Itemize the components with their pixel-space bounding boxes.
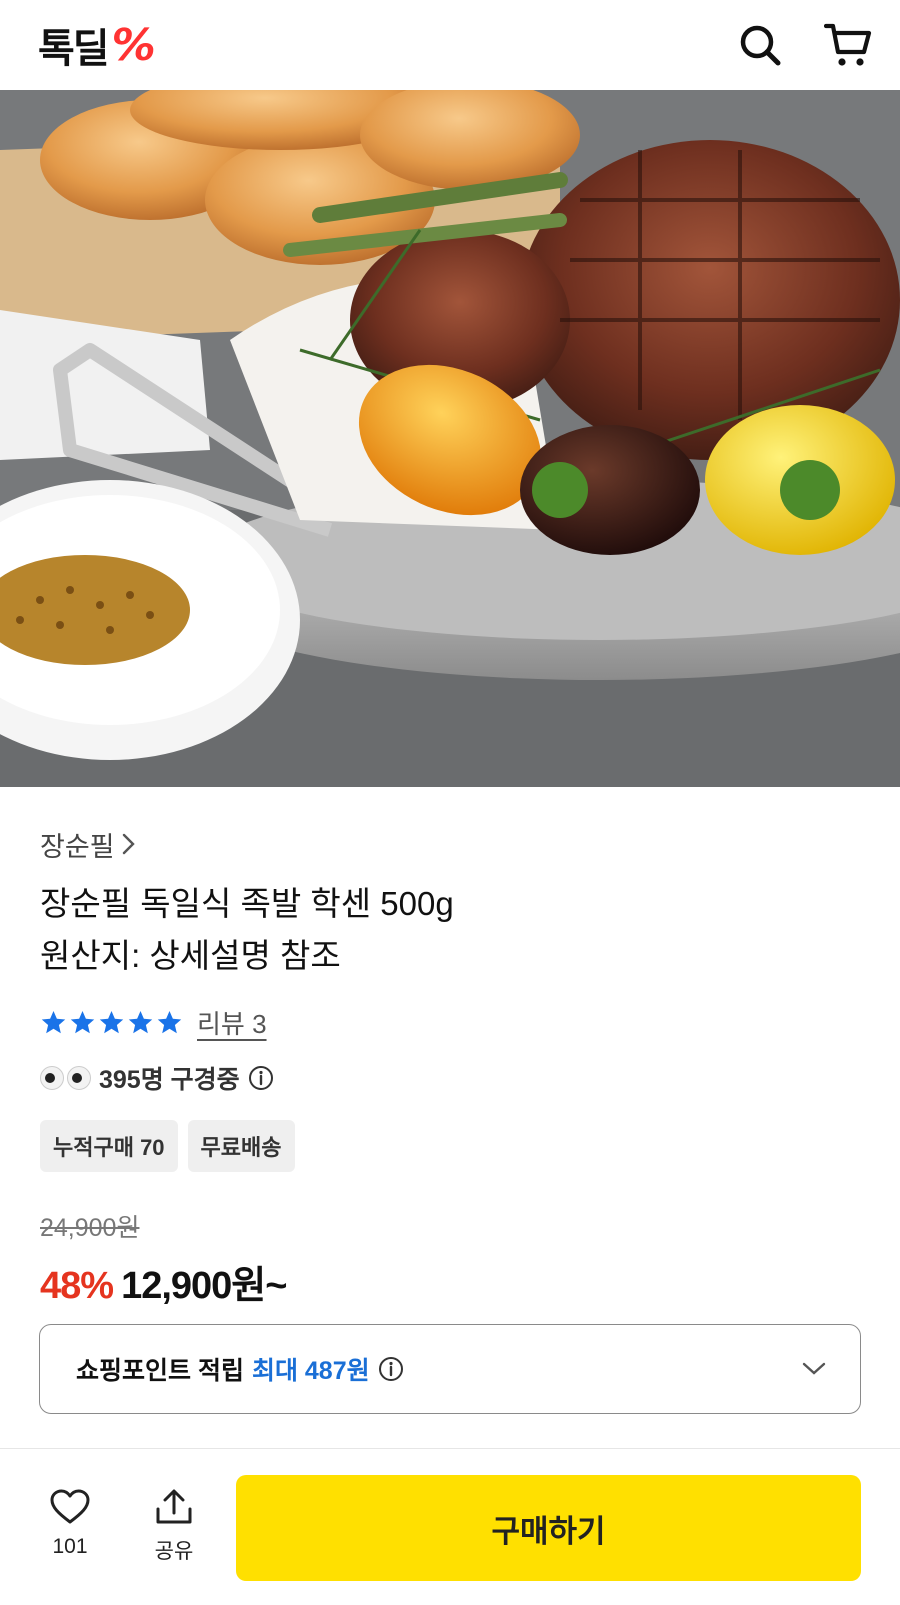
app-header: 톡딜 % — [0, 0, 900, 90]
badge-list: 누적구매 70 무료배송 — [40, 1120, 860, 1172]
badge-free-shipping: 무료배송 — [187, 1120, 295, 1172]
logo-mark: % — [111, 19, 156, 71]
eyes-icon — [40, 1066, 91, 1090]
logo-text: 톡딜 — [38, 26, 110, 72]
review-link[interactable]: 리뷰 3 — [197, 1004, 267, 1041]
brand-link[interactable]: 장순필 — [40, 826, 860, 862]
share-button[interactable]: 공유 — [134, 1489, 214, 1565]
badge-purchase-count: 누적구매 70 — [40, 1120, 178, 1172]
bottom-action-bar: 101 공유 구매하기 — [0, 1448, 900, 1605]
rating-row: 리뷰 3 — [40, 1004, 860, 1040]
star-icon — [70, 1010, 95, 1033]
share-icon — [156, 1489, 192, 1524]
discount-rate: 48% — [40, 1265, 114, 1307]
product-title: 장순필 독일식 족발 학센 500g 원산지: 상세설명 참조 — [40, 878, 860, 982]
points-label: 쇼핑포인트 적립 — [76, 1357, 244, 1385]
sale-price: 12,900원~ — [121, 1265, 287, 1307]
share-label: 공유 — [154, 1540, 194, 1563]
star-rating — [40, 1009, 183, 1036]
product-title-line1: 장순필 독일식 족발 학센 500g — [40, 885, 454, 922]
shopping-points-dropdown[interactable]: 쇼핑포인트 적립 최대 487원 — [39, 1324, 861, 1414]
star-icon — [99, 1010, 124, 1033]
heart-icon — [50, 1489, 90, 1524]
original-price: 24,900원 — [40, 1214, 140, 1242]
like-count: 101 — [52, 1535, 88, 1558]
chevron-down-icon — [802, 1362, 826, 1375]
cart-icon — [824, 23, 872, 66]
watching-text: 395명 구경중 — [99, 1066, 240, 1094]
logo[interactable]: 톡딜 % — [38, 16, 156, 74]
star-icon — [128, 1010, 153, 1033]
info-icon[interactable] — [248, 1065, 274, 1091]
cart-button[interactable] — [824, 21, 872, 69]
star-icon — [157, 1010, 182, 1033]
price-row: 48% 12,900원~ — [40, 1254, 860, 1309]
points-max: 최대 487원 — [251, 1357, 370, 1385]
brand-name: 장순필 — [40, 831, 115, 862]
star-icon — [41, 1010, 66, 1033]
info-icon[interactable] — [378, 1356, 404, 1382]
search-icon — [740, 25, 781, 66]
product-photo — [0, 90, 900, 787]
product-image[interactable] — [0, 90, 900, 787]
product-info: 장순필 장순필 독일식 족발 학센 500g 원산지: 상세설명 참조 리뷰 3… — [40, 826, 860, 1309]
product-title-line2: 원산지: 상세설명 참조 — [40, 937, 341, 974]
buy-button[interactable]: 구매하기 — [236, 1475, 861, 1581]
search-button[interactable] — [736, 21, 784, 69]
like-button[interactable]: 101 — [30, 1489, 110, 1559]
chevron-right-icon — [122, 833, 135, 855]
points-text: 쇼핑포인트 적립 최대 487원 — [76, 1351, 404, 1387]
watching-count: 395명 구경중 — [40, 1060, 860, 1096]
